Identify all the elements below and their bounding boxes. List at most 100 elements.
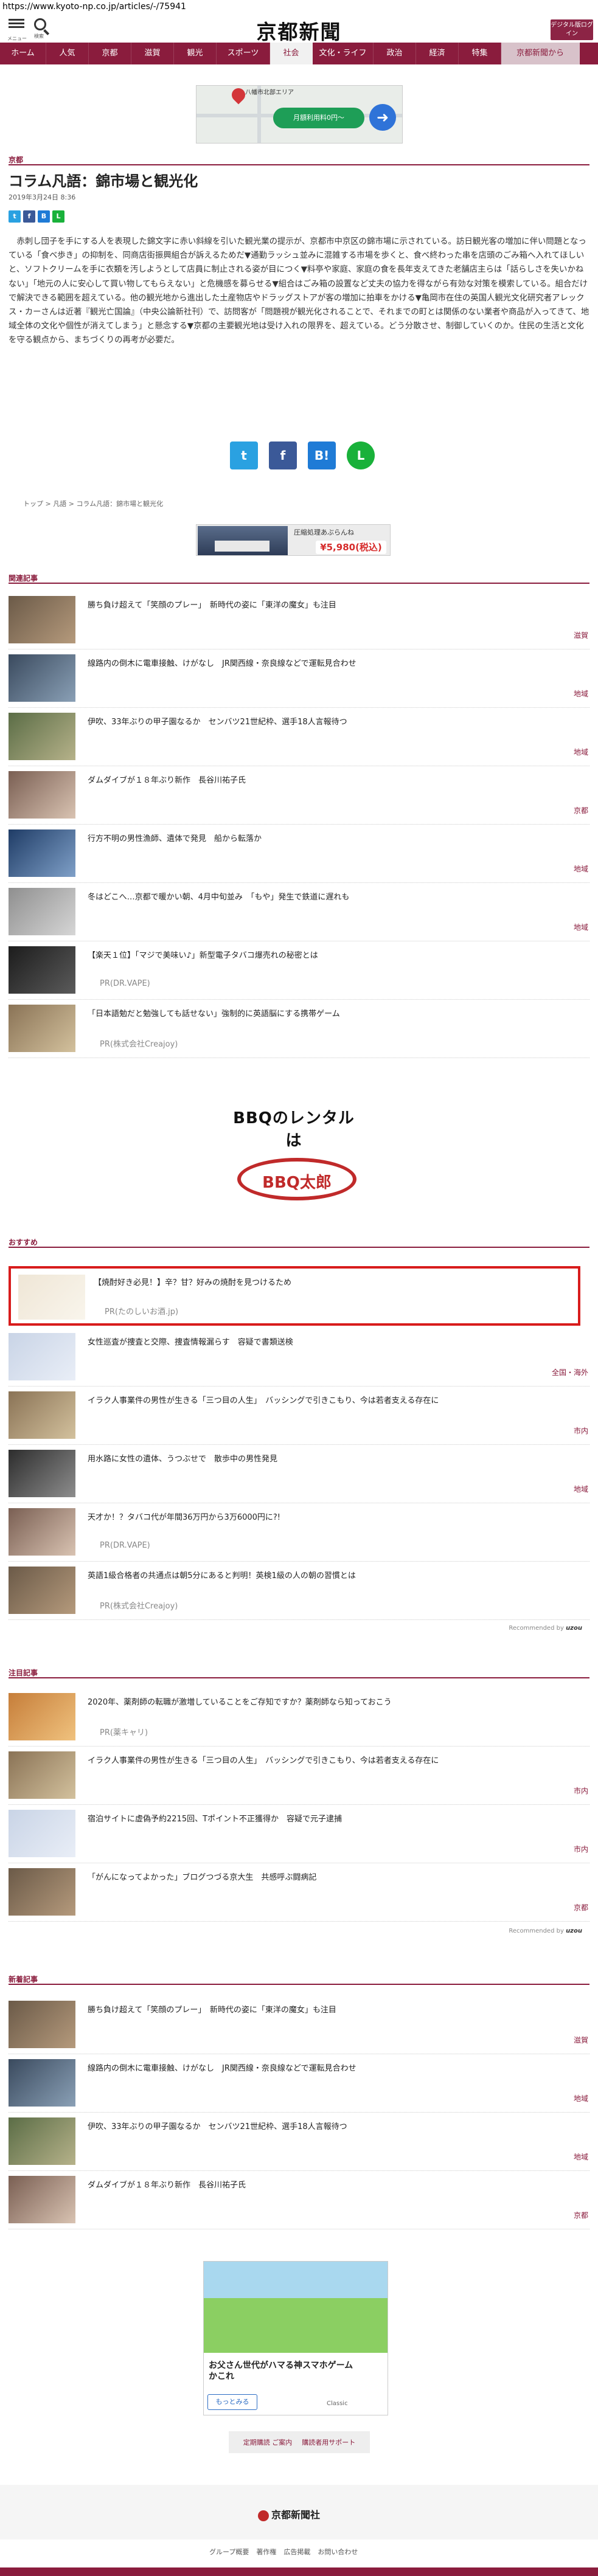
item-title: 宿泊サイトに虚偽予約2215回、Tポイント不正獲得か 容疑で元子逮捕 — [88, 1815, 342, 1824]
thumbnail — [9, 888, 75, 935]
nav-item-economy[interactable]: 経済 — [416, 43, 459, 64]
menu-icon-bar — [9, 26, 24, 28]
powered-by-uzou[interactable]: Recommended by uzou — [509, 1928, 582, 1934]
nav-item-special[interactable]: 特集 — [459, 43, 501, 64]
footer-link[interactable]: お問い合わせ — [318, 2547, 358, 2557]
article-body: 赤刺し団子を手にする人を表現した錦文字に赤い斜線を引いた観光業の提示が、京都市中… — [9, 237, 589, 345]
recommend-highlighted-item[interactable]: 【焼酎好き必見！】辛？甘？好みの焼酎を見つけるため PR(たのしいお酒.jp) — [9, 1266, 580, 1326]
thumbnail — [9, 829, 75, 877]
item-title: ダムダイブが１８年ぶり新作 長谷川祐子氏 — [88, 776, 246, 785]
subscription-link[interactable]: 定期購読 ご案内 — [243, 2437, 293, 2447]
thumbnail — [9, 1333, 75, 1380]
powered-by-uzou[interactable]: Recommended by uzou — [509, 1625, 582, 1632]
search-label: 検索 — [34, 33, 44, 39]
item-title: 女性巡査が捜査と交際、捜査情報漏らす 容疑で書類送検 — [88, 1338, 293, 1347]
list-item[interactable]: 宿泊サイトに虚偽予約2215回、Tポイント不正獲得か 容疑で元子逮捕 市内 — [9, 1805, 589, 1863]
game-ad[interactable]: お父さん世代がハマる神スマホゲーム かこれ もっとみる Classic — [203, 2261, 388, 2415]
nav-item-sports[interactable]: スポーツ — [217, 43, 270, 64]
nav-item-popular[interactable]: 人気 — [46, 43, 89, 64]
list-item[interactable]: 行方不明の男性漁師、遺体で発見 船から転落か 地域 — [9, 825, 589, 883]
nav-item-culture[interactable]: 文化・ライフ — [313, 43, 374, 64]
list-item[interactable]: ダムダイブが１８年ぶり新作 長谷川祐子氏 京都 — [9, 2171, 589, 2229]
directions-icon[interactable]: ➜ — [369, 104, 396, 131]
item-category: 地域 — [573, 1485, 588, 1494]
thumbnail — [9, 946, 75, 994]
list-item[interactable]: 伊吹、33年ぶりの甲子園なるか センバツ21世紀枠、選手18人言報待つ 地域 — [9, 708, 589, 766]
list-item-pr[interactable]: 天才か！？タバコ代が年間36万円から3万6000円に?! PR(DR.VAPE) — [9, 1503, 589, 1562]
footer-link[interactable]: グループ概要 — [209, 2547, 249, 2557]
item-title: 【焼酎好き必見！】辛？甘？好みの焼酎を見つけるため — [94, 1278, 292, 1287]
nav-item-home[interactable]: ホーム — [0, 43, 46, 64]
share-row-top: t f B L — [9, 210, 64, 223]
thumbnail — [9, 1005, 75, 1052]
list-item[interactable]: 勝ち負け超えて「笑顔のプレー」 新時代の姿に「東洋の魔女」も注目 滋賀 — [9, 1996, 589, 2054]
list-item[interactable]: 線路内の倒木に電車接触、けがなし JR関西線・奈良線などで運転見合わせ 地域 — [9, 649, 589, 708]
list-item[interactable]: 冬はどこへ…京都で暖かい朝、4月中旬並み 「もや」発生で鉄道に遅れも 地域 — [9, 883, 589, 941]
list-item-pr[interactable]: 「日本語勉だと勉強しても話せない」強制的に英語脳にする携帯ゲーム PR(株式会社C… — [9, 1000, 589, 1058]
breadcrumb-current: コラム凡語：錦市場と観光化 — [76, 500, 164, 508]
footer-link[interactable]: 著作権 — [256, 2547, 276, 2557]
item-category: 市内 — [573, 1427, 588, 1435]
nav-item-kyoto[interactable]: 京都 — [89, 43, 131, 64]
section-label: 京都 — [9, 156, 24, 164]
map-ad[interactable]: 八幡市北部エリア 月額利用料0円〜 ➜ — [196, 85, 403, 144]
item-title: 「日本語勉だと勉強しても話せない」強制的に英語脳にする携帯ゲーム — [88, 1009, 340, 1019]
list-item[interactable]: 用水路に女性の遺体、うつぶせで 散歩中の男性発見 地域 — [9, 1445, 589, 1503]
item-category: 全国・海外 — [551, 1368, 588, 1377]
thumbnail — [9, 2176, 75, 2223]
list-item[interactable]: イラク人事業件の男性が生きる「三つ目の人生」 バッシングで引きこもり、今は若者支… — [9, 1387, 589, 1445]
list-item[interactable]: 「がんになってよかった」ブログつづる京大生 共感呼ぶ闘病記 京都 — [9, 1863, 589, 1922]
game-ad-title: お父さん世代がハマる神スマホゲーム — [209, 2361, 353, 2370]
bed-ad-price: ¥5,980(税込) — [316, 541, 386, 554]
item-sponsor: PR(株式会社Creajoy) — [100, 1040, 178, 1049]
nav-item-from-kyoto-np[interactable]: 京都新聞から — [501, 43, 580, 64]
list-item-pr[interactable]: 2020年、薬剤師の転職が激増していることをご存知ですか？薬剤師なら知っておこう… — [9, 1688, 589, 1747]
section-heading-featured: 注目記事 — [9, 1669, 38, 1677]
bed-ad-headline: 圧縮処理あぶらんね — [294, 528, 354, 536]
breadcrumb-column[interactable]: 凡語 — [53, 500, 66, 508]
list-item[interactable]: ダムダイブが１８年ぶり新作 長谷川祐子氏 京都 — [9, 766, 589, 825]
item-category: 滋賀 — [573, 2036, 588, 2045]
site-logo[interactable]: 京都新聞 — [243, 16, 355, 44]
nav-item-shiga[interactable]: 滋賀 — [131, 43, 174, 64]
digital-login-button[interactable]: デジタル版ログイン — [551, 19, 593, 40]
item-category: 地域 — [573, 2153, 588, 2161]
nav-item-politics[interactable]: 政治 — [374, 43, 416, 64]
featured-list: 2020年、薬剤師の転職が激増していることをご存知ですか？薬剤師なら知っておこう… — [9, 1688, 589, 1922]
nav-item-society[interactable]: 社会 — [270, 43, 313, 64]
item-title: 冬はどこへ…京都で暖かい朝、4月中旬並み 「もや」発生で鉄道に遅れも — [88, 893, 350, 902]
list-item[interactable]: 伊吹、33年ぶりの甲子園なるか センバツ21世紀枠、選手18人言報待つ 地域 — [9, 2113, 589, 2171]
list-item[interactable]: 勝ち負け超えて「笑顔のプレー」 新時代の姿に「東洋の魔女」も注目 滋賀 — [9, 591, 589, 649]
footer-logo[interactable]: 京都新聞社 — [258, 2507, 320, 2521]
facebook-icon[interactable]: f — [269, 441, 297, 469]
twitter-icon[interactable]: t — [9, 210, 21, 223]
thumbnail — [9, 1751, 75, 1799]
list-item[interactable]: イラク人事業件の男性が生きる「三つ目の人生」 バッシングで引きこもり、今は若者支… — [9, 1747, 589, 1805]
support-link[interactable]: 購読者用サポート — [302, 2437, 355, 2447]
footer-link[interactable]: 広告掲載 — [283, 2547, 310, 2557]
list-item[interactable]: 線路内の倒木に電車接触、けがなし JR関西線・奈良線などで運転見合わせ 地域 — [9, 2054, 589, 2113]
map-ad-cta[interactable]: 月額利用料0円〜 — [273, 108, 364, 128]
bbq-ad-headline[interactable]: BBQのレンタルは — [231, 1106, 356, 1150]
breadcrumb-home[interactable]: トップ — [23, 500, 43, 508]
bed-ad[interactable]: 圧縮処理あぶらんね ¥5,980(税込) — [196, 524, 391, 556]
line-icon[interactable]: L — [347, 441, 375, 469]
game-ad-more-button[interactable]: もっとみる — [207, 2394, 257, 2410]
subscription-links: 定期購読 ご案内 購読者用サポート — [229, 2431, 370, 2453]
thumbnail — [9, 1567, 75, 1614]
item-category: 滋賀 — [573, 631, 588, 640]
search-icon — [34, 18, 46, 30]
nav-item-tourism[interactable]: 観光 — [174, 43, 217, 64]
twitter-icon[interactable]: t — [230, 441, 258, 469]
hatena-icon[interactable]: B — [38, 210, 50, 223]
facebook-icon[interactable]: f — [23, 210, 35, 223]
bbq-ad-logo[interactable]: BBQ太郎 — [237, 1158, 356, 1200]
list-item-pr[interactable]: 英語1級合格者の共通点は朝5分にあると判明！英検1級の人の朝の習慣とは PR(株式… — [9, 1562, 589, 1620]
line-icon[interactable]: L — [52, 210, 64, 223]
list-item-pr[interactable]: 【楽天１位】「マジで美味い♪」新型電子タバコ爆売れの秘密とは PR(DR.VAPE… — [9, 941, 589, 1000]
section-heading-recommend: おすすめ — [9, 1238, 38, 1247]
hatena-icon[interactable]: B! — [308, 441, 336, 469]
list-item[interactable]: 女性巡査が捜査と交際、捜査情報漏らす 容疑で書類送検全国・海外 — [9, 1328, 589, 1387]
section-heading-newest: 新着記事 — [9, 1975, 38, 1984]
url-bar[interactable]: https://www.kyoto-np.co.jp/articles/-/75… — [0, 0, 598, 15]
